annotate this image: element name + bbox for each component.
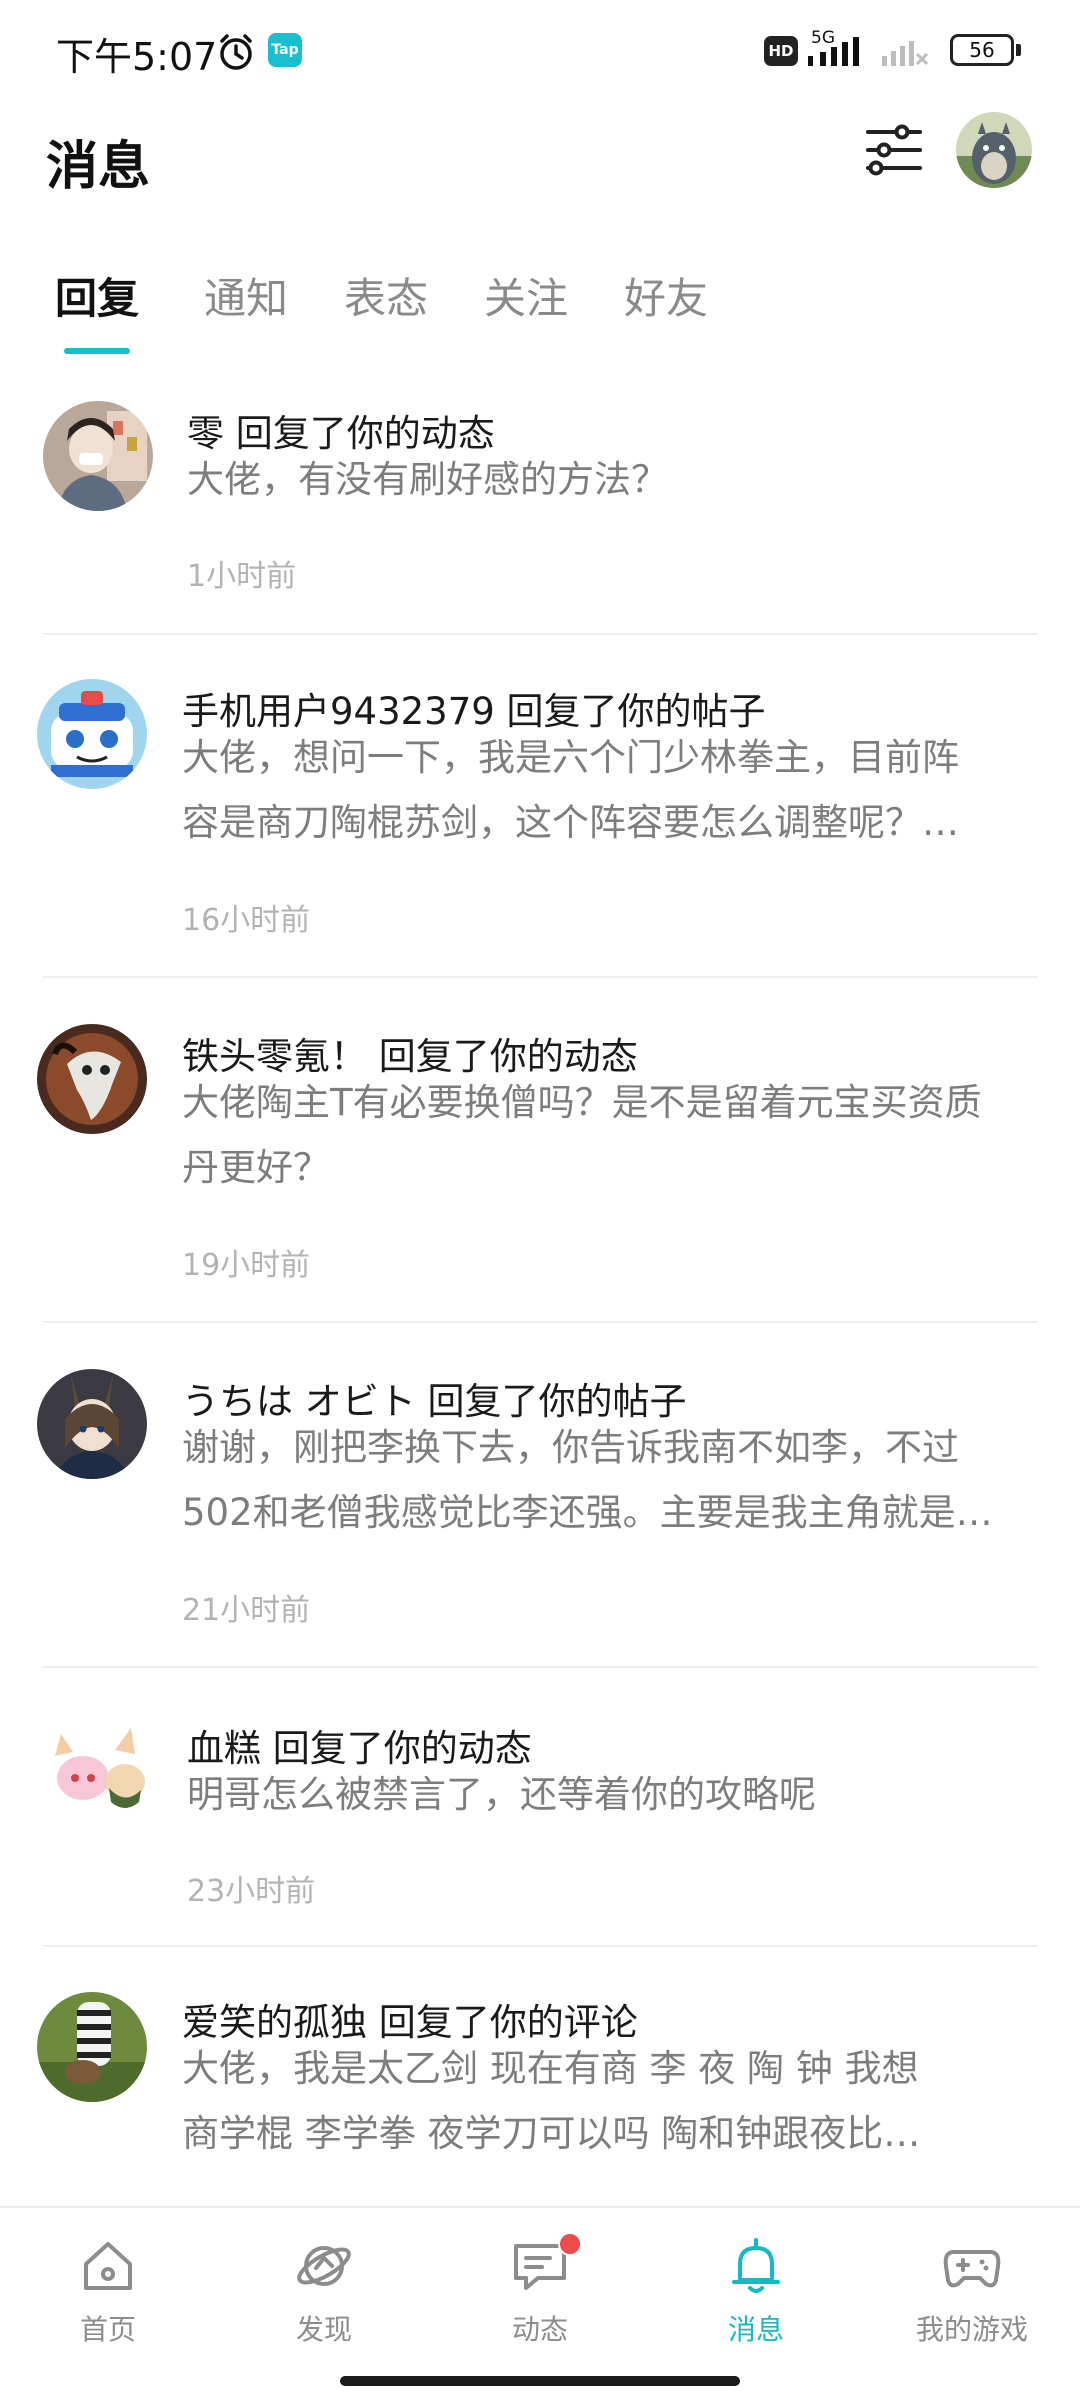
avatar-image	[37, 679, 147, 789]
message-body-line: 明哥怎么被禁言了，还等着你的攻略呢	[187, 1773, 816, 1816]
home-icon	[84, 2242, 132, 2290]
gamepad-icon	[943, 2250, 1001, 2288]
message-avatar[interactable]	[37, 1992, 147, 2102]
bottom-navigation: 首页 发现 动态 消息 我的游戏	[0, 2206, 1080, 2358]
totoro-avatar-image	[956, 112, 1032, 188]
message-item[interactable]: 爱笑的孤独 回复了你的评论 大佬，我是太乙剑 现在有商 李 夜 陶 钟 我想 商…	[0, 1988, 1080, 2198]
divider	[43, 1321, 1038, 1323]
message-body: 明哥怎么被禁言了，还等着你的攻略呢	[187, 1762, 1047, 1827]
message-avatar[interactable]	[37, 1024, 147, 1134]
divider	[43, 1945, 1038, 1947]
avatar-image	[43, 1716, 153, 1826]
message-item[interactable]: 血糕 回复了你的动态 明哥怎么被禁言了，还等着你的攻略呢 23小时前	[0, 1710, 1080, 1950]
message-time: 16小时前	[182, 903, 311, 938]
tab-notification[interactable]: 通知	[204, 265, 288, 326]
message-body: 大佬陶主T有必要换僧吗？是不是留着元宝买资质 丹更好？	[182, 1070, 1042, 1200]
message-tabs: 回复 通知 表态 关注 好友	[0, 255, 1080, 365]
nav-my-games[interactable]: 我的游戏	[882, 2208, 1062, 2358]
taptap-app-icon: Tap	[268, 33, 302, 67]
notification-dot	[558, 2232, 582, 2256]
tab-friends[interactable]: 好友	[624, 265, 708, 326]
avatar-image	[37, 1369, 147, 1479]
battery-level: 56	[969, 38, 995, 62]
nav-label: 我的游戏	[915, 2313, 1028, 2346]
message-body-line: 大佬，我是太乙剑 现在有商 李 夜 陶 钟 我想	[182, 2047, 919, 2090]
page-title: 消息	[46, 137, 151, 197]
nav-label: 消息	[727, 2313, 784, 2346]
cellular-signal-2-icon	[882, 41, 929, 66]
battery-icon: 56	[950, 34, 1014, 66]
message-body-line: 丹更好？	[182, 1146, 330, 1189]
avatar-image	[37, 1992, 147, 2102]
message-body-line: 容是商刀陶棍苏剑，这个阵容要怎么调整呢？…	[182, 801, 959, 844]
bell-icon	[732, 2238, 780, 2293]
avatar-image	[37, 1024, 147, 1134]
message-time: 23小时前	[187, 1874, 316, 1909]
home-indicator[interactable]	[340, 2376, 740, 2386]
avatar-image	[43, 401, 153, 511]
status-bar: 下午5:07 Tap HD 5G 56	[0, 0, 1080, 104]
message-body-line: 大佬，想问一下，我是六个门少林拳主，目前阵	[182, 736, 959, 779]
nav-label: 发现	[295, 2313, 352, 2346]
nav-feed[interactable]: 动态	[450, 2208, 630, 2358]
tab-reaction[interactable]: 表态	[344, 265, 428, 326]
message-body: 大佬，有没有刷好感的方法？	[187, 447, 1047, 512]
message-avatar[interactable]	[43, 1716, 153, 1826]
discover-icon	[297, 2246, 351, 2286]
message-time: 1小时前	[187, 559, 297, 594]
message-item[interactable]: うちは オビト 回复了你的帖子 谢谢，刚把李换下去，你告诉我南不如李，不过 50…	[0, 1365, 1080, 1665]
hd-label: HD	[768, 42, 794, 60]
nav-label: 动态	[511, 2313, 568, 2346]
message-item[interactable]: 手机用户9432379 回复了你的帖子 大佬，想问一下，我是六个门少林拳主，目前…	[0, 675, 1080, 975]
tab-follow[interactable]: 关注	[484, 265, 568, 326]
user-avatar[interactable]	[956, 112, 1032, 188]
hd-icon: HD	[764, 36, 798, 66]
alarm-clock-icon	[220, 34, 252, 70]
message-body-line: 502和老僧我感觉比李还强。主要是我主角就是…	[182, 1491, 993, 1534]
nav-messages[interactable]: 消息	[666, 2208, 846, 2358]
message-item[interactable]: 零 回复了你的动态 大佬，有没有刷好感的方法？ 1小时前	[0, 395, 1080, 635]
message-body: 大佬，想问一下，我是六个门少林拳主，目前阵 容是商刀陶棍苏剑，这个阵容要怎么调整…	[182, 725, 1042, 855]
message-body: 谢谢，刚把李换下去，你告诉我南不如李，不过 502和老僧我感觉比李还强。主要是我…	[182, 1415, 1042, 1545]
status-time: 下午5:07	[56, 35, 218, 79]
nav-discover[interactable]: 发现	[234, 2208, 414, 2358]
message-body: 大佬，我是太乙剑 现在有商 李 夜 陶 钟 我想 商学棍 李学拳 夜学刀可以吗 …	[182, 2036, 1042, 2166]
tab-reply[interactable]: 回复	[55, 265, 139, 326]
divider	[43, 976, 1038, 978]
divider	[43, 633, 1038, 635]
taptap-label: Tap	[271, 42, 299, 58]
message-time: 19小时前	[182, 1248, 311, 1283]
message-body-line: 谢谢，刚把李换下去，你告诉我南不如李，不过	[182, 1426, 959, 1469]
message-avatar[interactable]	[37, 1369, 147, 1479]
message-time: 21小时前	[182, 1593, 311, 1628]
tab-active-indicator	[64, 348, 130, 354]
message-body-line: 商学棍 李学拳 夜学刀可以吗 陶和钟跟夜比…	[182, 2112, 921, 2155]
message-body-line: 大佬，有没有刷好感的方法？	[187, 458, 668, 501]
message-avatar[interactable]	[43, 401, 153, 511]
nav-label: 首页	[79, 2313, 136, 2346]
message-item[interactable]: 铁头零氪！ 回复了你的动态 大佬陶主T有必要换僧吗？是不是留着元宝买资质 丹更好…	[0, 1020, 1080, 1320]
battery-cap	[1016, 44, 1021, 56]
nav-home[interactable]: 首页	[18, 2208, 198, 2358]
header: 消息	[0, 104, 1080, 254]
message-body-line: 大佬陶主T有必要换僧吗？是不是留着元宝买资质	[182, 1081, 982, 1124]
message-avatar[interactable]	[37, 679, 147, 789]
filter-settings-icon[interactable]	[864, 120, 924, 180]
divider	[43, 1666, 1038, 1668]
cellular-signal-icon	[808, 37, 859, 66]
